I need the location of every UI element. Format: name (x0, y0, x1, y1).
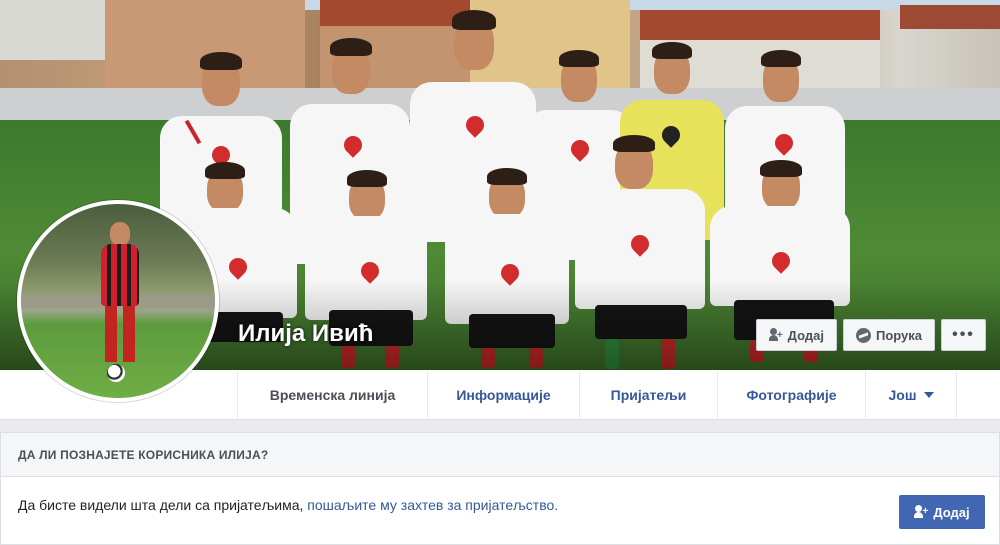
tab-label: Фотографије (746, 387, 837, 403)
profile-photo (21, 204, 215, 398)
tab-photos[interactable]: Фотографије (717, 370, 865, 420)
add-friend-label: Додај (787, 327, 824, 343)
profile-tabs: Временска линија Информације Пријатељи Ф… (237, 370, 957, 420)
profile-name[interactable]: Илија Ивић (238, 320, 373, 348)
tab-more[interactable]: Још (865, 370, 957, 420)
card-title: ДА ЛИ ПОЗНАЈЕТЕ КОРИСНИКА ИЛИЈА? (1, 433, 999, 477)
tab-friends[interactable]: Пријатељи (579, 370, 717, 420)
add-friend-primary-label: Додај (933, 504, 970, 520)
tab-label: Информације (456, 387, 551, 403)
messenger-icon (855, 327, 871, 343)
tab-timeline[interactable]: Временска линија (237, 370, 427, 420)
tab-about[interactable]: Информације (427, 370, 579, 420)
add-friend-button[interactable]: + Додај (755, 319, 837, 351)
tab-label: Још (888, 387, 917, 403)
send-friend-request-link[interactable]: пошаљите му захтев за пријатељство. (307, 497, 558, 513)
cover-actions: + Додај Порука ••• (755, 319, 986, 351)
tab-label: Временска линија (269, 387, 396, 403)
tab-label: Пријатељи (610, 387, 687, 403)
add-friend-icon: + (768, 328, 783, 342)
friend-suggestion-card: ДА ЛИ ПОЗНАЈЕТЕ КОРИСНИКА ИЛИЈА? Да бист… (0, 432, 1000, 545)
more-options-button[interactable]: ••• (941, 319, 986, 351)
profile-picture[interactable] (17, 200, 219, 402)
card-text: Да бисте видели шта дели са пријатељима, (18, 497, 308, 513)
football-icon (107, 364, 125, 382)
message-label: Порука (875, 327, 922, 343)
caret-down-icon (923, 392, 934, 398)
message-button[interactable]: Порука (842, 319, 935, 351)
add-friend-icon: + (914, 505, 928, 519)
card-description: Да бисте видели шта дели са пријатељима,… (18, 497, 558, 513)
add-friend-primary-button[interactable]: + Додај (899, 495, 985, 529)
more-dots-icon: ••• (952, 326, 975, 343)
